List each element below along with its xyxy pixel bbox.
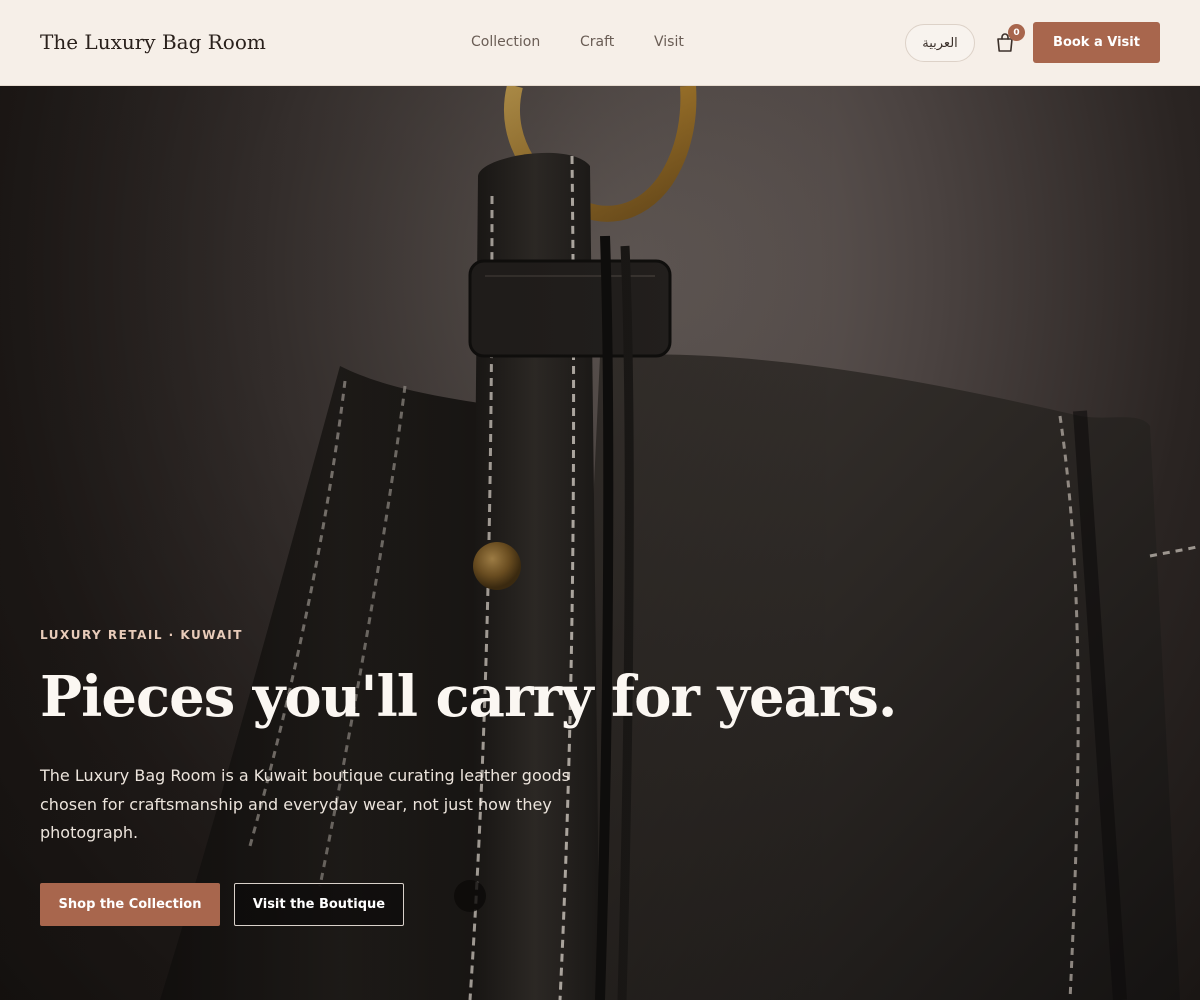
book-visit-button[interactable]: Book a Visit: [1033, 22, 1160, 63]
hero-description: The Luxury Bag Room is a Kuwait boutique…: [40, 766, 571, 842]
nav-link-collection[interactable]: Collection: [471, 34, 540, 50]
hero-section: LUXURY RETAIL · KUWAIT Pieces you'll car…: [0, 86, 1200, 1000]
hero-headline: Pieces you'll carry for years.: [40, 664, 897, 730]
site-header: The Luxury Bag Room Collection Craft Vis…: [0, 0, 1200, 86]
visit-boutique-button[interactable]: Visit the Boutique: [234, 883, 404, 926]
nav-link-craft[interactable]: Craft: [580, 34, 614, 50]
hero-overlay: [0, 86, 1200, 1000]
hero-eyebrow: LUXURY RETAIL · KUWAIT: [40, 628, 243, 642]
nav-link-visit[interactable]: Visit: [654, 34, 684, 50]
cart-count-badge: 0: [1008, 24, 1025, 41]
shop-collection-button[interactable]: Shop the Collection: [40, 883, 220, 926]
brand-logo[interactable]: The Luxury Bag Room: [40, 30, 266, 54]
language-toggle-button[interactable]: العربية: [905, 24, 975, 62]
